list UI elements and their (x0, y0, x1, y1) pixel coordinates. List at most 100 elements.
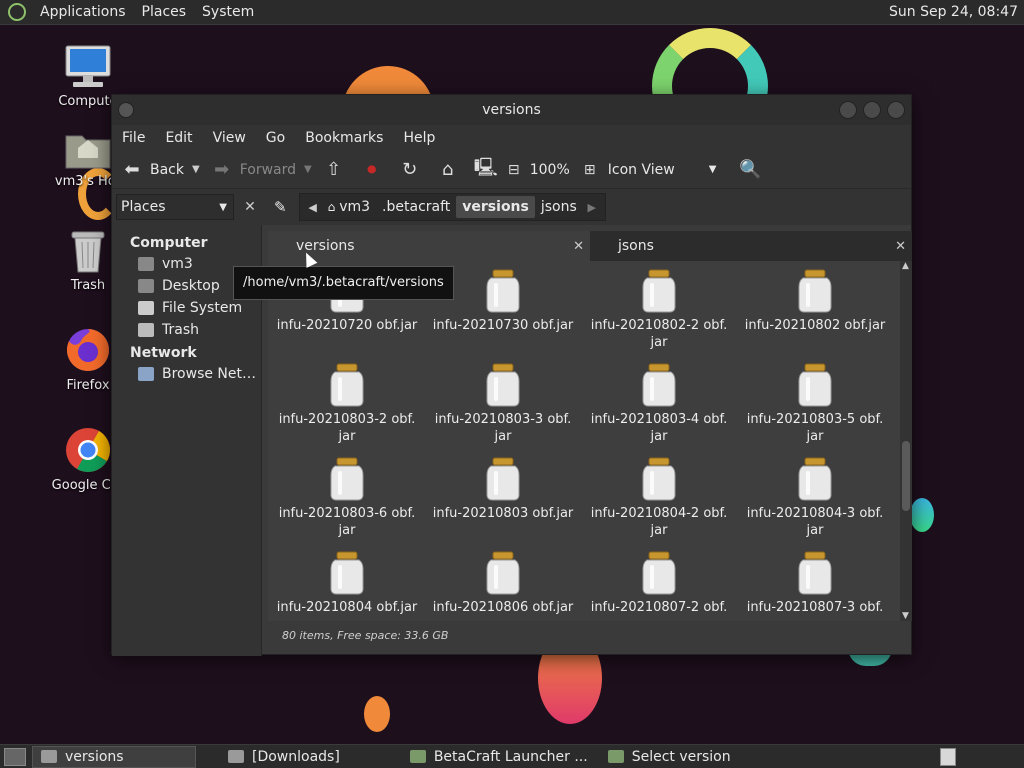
java-app-icon (607, 750, 624, 763)
file-item[interactable]: infu-20210803 obf.jar (428, 457, 578, 522)
taskbar-item-betacraft[interactable]: BetaCraft Launcher ... (402, 746, 596, 768)
file-name-line2: jar (338, 523, 356, 538)
crumb-vm3[interactable]: ⌂ vm3 (322, 196, 376, 218)
chrome-icon (66, 428, 110, 472)
menu-go[interactable]: Go (256, 130, 295, 146)
file-name-line1: infu-20210803-6 obf. (278, 506, 416, 521)
file-item[interactable]: infu-20210804 obf.jar (272, 551, 422, 616)
desktop-icon-label: Compute (58, 94, 118, 109)
places-menu[interactable]: Places (134, 4, 195, 20)
file-name-line1: infu-20210802 obf.jar (744, 318, 886, 333)
system-menu[interactable]: System (194, 4, 262, 20)
file-item[interactable]: infu-20210803-2 obf. jar (272, 363, 422, 445)
jar-file-icon (330, 457, 364, 501)
file-item[interactable]: infu-20210803-4 obf. jar (584, 363, 734, 445)
stop-icon: ⏺ (367, 159, 377, 180)
wallpaper-blob (910, 498, 934, 532)
scrollbar-thumb[interactable] (902, 441, 910, 511)
crumb-left-arrow-icon[interactable]: ◀ (304, 201, 322, 214)
up-button[interactable]: ⇧ (322, 159, 346, 180)
file-item[interactable]: infu-20210807-3 obf. (740, 551, 890, 616)
file-name-line1: infu-20210804-3 obf. (746, 506, 884, 521)
computer-icon: 🖳 (473, 156, 498, 178)
tab-jsons[interactable]: jsons ✕ (590, 231, 912, 261)
back-history-dropdown[interactable]: ▼ (192, 164, 200, 175)
file-item[interactable]: infu-20210803-6 obf. jar (272, 457, 422, 539)
file-manager-window: versions File Edit View Go Bookmarks Hel… (111, 94, 912, 656)
close-tab-icon[interactable]: ✕ (573, 239, 584, 254)
back-label: Back (150, 161, 184, 178)
taskbar-item-downloads[interactable]: [Downloads] (220, 746, 348, 768)
folder-icon (228, 750, 244, 763)
window-titlebar[interactable]: versions (112, 95, 911, 125)
file-item[interactable]: infu-20210807-2 obf. (584, 551, 734, 616)
file-name-line1: infu-20210730 obf.jar (432, 318, 574, 333)
stop-button[interactable]: ⏺ (360, 159, 384, 180)
file-name-line1: infu-20210806 obf.jar (432, 600, 574, 615)
sidebar-heading-computer: Computer (130, 235, 208, 251)
search-button[interactable]: 🔍 (738, 159, 762, 180)
sidebar-heading-network: Network (130, 345, 197, 361)
distro-logo-icon[interactable] (8, 3, 26, 21)
file-item[interactable]: infu-20210804-2 obf. jar (584, 457, 734, 539)
applications-menu[interactable]: Applications (32, 4, 134, 20)
close-side-pane-icon[interactable]: ✕ (240, 199, 260, 215)
sidebar-item-label: vm3 (162, 256, 193, 272)
taskbar-item-label: BetaCraft Launcher ... (433, 748, 588, 765)
view-mode-select[interactable]: Icon View ▼ (608, 162, 717, 178)
window-menu-button[interactable] (118, 102, 134, 118)
zoom-out-button[interactable]: ⊟ (502, 162, 526, 178)
search-icon: 🔍 (739, 159, 762, 180)
reload-button[interactable]: ↻ (398, 159, 422, 180)
scroll-up-arrow-icon[interactable]: ▲ (902, 261, 909, 271)
sidebar-item-filesystem[interactable]: File System (112, 297, 261, 319)
menu-bookmarks[interactable]: Bookmarks (295, 130, 393, 146)
file-item[interactable]: infu-20210806 obf.jar (428, 551, 578, 616)
maximize-button[interactable] (863, 101, 881, 119)
file-name-line2: jar (806, 429, 824, 444)
computer-button[interactable]: 🖳 (474, 155, 498, 185)
home-button[interactable]: ⌂ (436, 159, 460, 180)
vertical-scrollbar[interactable]: ▲ ▼ (900, 261, 912, 621)
forward-history-dropdown[interactable]: ▼ (304, 164, 312, 175)
sidebar-item-trash[interactable]: Trash (112, 319, 261, 341)
taskbar-item-versions[interactable]: versions (32, 745, 196, 768)
side-pane-select[interactable]: Places ▼ (116, 194, 234, 220)
zoom-level: 100% (529, 161, 570, 178)
menu-view[interactable]: View (203, 130, 256, 146)
menu-edit[interactable]: Edit (155, 130, 202, 146)
file-name-line1: infu-20210803 obf.jar (432, 506, 574, 521)
forward-button[interactable]: ➡ Forward (210, 159, 296, 180)
scroll-down-arrow-icon[interactable]: ▼ (902, 611, 909, 621)
file-item[interactable]: infu-20210803-3 obf. jar (428, 363, 578, 445)
menu-file[interactable]: File (112, 130, 155, 146)
tab-versions[interactable]: versions ✕ (268, 231, 590, 261)
close-button[interactable] (887, 101, 905, 119)
status-bar: 80 items, Free space: 33.6 GB (282, 629, 449, 642)
home-folder-icon (138, 257, 154, 271)
breadcrumb: ◀ ⌂ vm3 .betacraft versions jsons ▶ (298, 193, 606, 221)
show-desktop-button[interactable] (4, 747, 26, 766)
crumb-jsons[interactable]: jsons (535, 196, 583, 218)
sidebar-item-browse-network[interactable]: Browse Net… (112, 363, 261, 385)
workspace-switcher[interactable] (940, 748, 956, 766)
file-item[interactable]: infu-20210802-2 obf. jar (584, 269, 734, 351)
back-button[interactable]: ⬅ Back (120, 159, 184, 180)
zoom-in-button[interactable]: ⊞ (578, 162, 602, 178)
menu-help[interactable]: Help (393, 130, 445, 146)
crumb-betacraft[interactable]: .betacraft (376, 196, 456, 218)
minimize-button[interactable] (839, 101, 857, 119)
file-item[interactable]: infu-20210804-3 obf. jar (740, 457, 890, 539)
crumb-versions[interactable]: versions (456, 196, 535, 218)
jar-file-icon (798, 457, 832, 501)
clock[interactable]: Sun Sep 24, 08:47 (889, 4, 1018, 20)
taskbar-item-select-version[interactable]: Select version (600, 746, 739, 768)
jar-file-icon (798, 363, 832, 407)
edit-location-icon[interactable]: ✎ (274, 198, 287, 216)
crumb-right-arrow-icon[interactable]: ▶ (583, 201, 601, 214)
file-item[interactable]: infu-20210802 obf.jar (740, 269, 890, 334)
file-item[interactable]: infu-20210803-5 obf. jar (740, 363, 890, 445)
close-tab-icon[interactable]: ✕ (895, 239, 906, 254)
file-icon-view[interactable]: infu-20210720 obf.jar infu-20210730 obf.j… (268, 261, 904, 621)
jar-file-icon (486, 551, 520, 595)
